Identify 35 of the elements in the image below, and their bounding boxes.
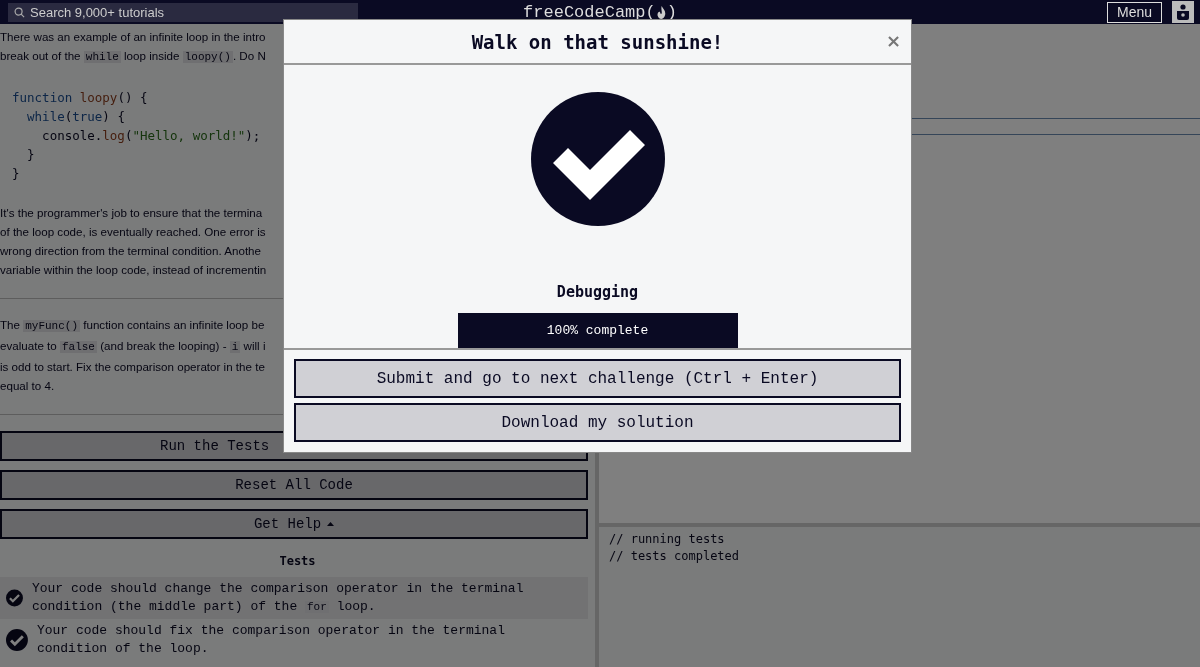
code-line: function loopy() { xyxy=(12,89,149,107)
submit-button[interactable]: Submit and go to next challenge (Ctrl + Enter) xyxy=(294,359,901,398)
user-icon xyxy=(1176,4,1190,20)
dialog-title: Walk on that sunshine! xyxy=(471,30,724,53)
text-line: wrong direction from the terminal condition. Anothe xyxy=(0,243,262,259)
help-button[interactable]: Get Help xyxy=(0,509,588,539)
tests-heading: Tests xyxy=(278,554,317,568)
check-circle-icon xyxy=(530,92,665,226)
code-line: } xyxy=(12,165,21,183)
text-line: of the loop code, is eventually reached. One error is xyxy=(0,224,267,240)
close-button[interactable]: × xyxy=(885,30,901,51)
text-line: It's the programmer's job to ensure that the termina xyxy=(0,205,264,221)
test-text: Your code should fix the comparison operator in the terminal condition of the loop. xyxy=(36,622,506,658)
code-line: } xyxy=(26,146,36,164)
text-line: evaluate to false (and break the looping) - i will i xyxy=(0,338,267,355)
console-line: // tests completed xyxy=(609,548,741,565)
reset-button[interactable]: Reset All Code xyxy=(0,470,588,500)
download-button[interactable]: Download my solution xyxy=(294,403,901,442)
challenge-name: Debugging xyxy=(556,283,639,301)
text-line: variable within the loop code, instead of incrementin xyxy=(0,262,268,278)
code-line: console.log("Hello, world!"); xyxy=(41,127,262,145)
console-line: // running tests xyxy=(609,531,726,548)
text-line: equal to 4. xyxy=(0,378,56,394)
text-line: break out of the while loop inside loopy() . Do N xyxy=(0,48,267,65)
search-field[interactable]: Search 9,000+ tutorials xyxy=(8,2,358,22)
test-text: Your code should change the comparison operator in the terminal condition (the middle part) of the for loop. xyxy=(31,580,525,616)
progress-label: 100% complete xyxy=(546,323,649,338)
flame-icon xyxy=(656,5,666,19)
avatar-button[interactable] xyxy=(1172,1,1194,23)
menu-button[interactable]: Menu xyxy=(1106,1,1162,23)
logo-text: freeCodeCamp( xyxy=(523,2,656,22)
text-line: The myFunc() function contains an infinite loop be xyxy=(0,317,266,334)
text-line: There was an example of an infinite loop in the intro xyxy=(0,29,267,45)
text-line: is odd to start. Fix the comparison operator in the te xyxy=(0,359,266,375)
code-line: while(true) { xyxy=(26,108,126,126)
